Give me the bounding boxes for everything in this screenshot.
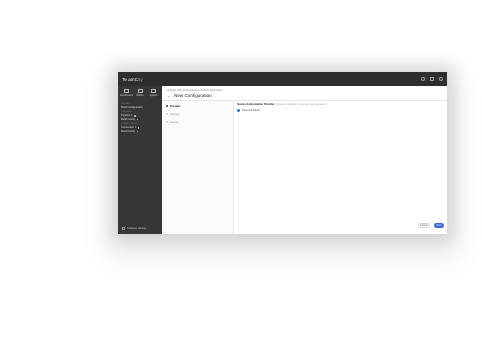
profile-icon[interactable] <box>439 77 443 81</box>
collapse-sidebar-label: Collapse sidebar <box>127 227 147 230</box>
radio-option-label: Personal Token <box>242 109 260 112</box>
status-dot-icon <box>136 118 139 121</box>
collapse-sidebar-button[interactable]: Collapse sidebar <box>122 227 146 230</box>
collapse-icon <box>122 227 125 230</box>
question-line: Source Authorization Provider Choose a p… <box>237 103 327 106</box>
sidebar-link[interactable]: Build Config <box>121 130 160 134</box>
nav-item-agents[interactable]: Agents <box>147 89 160 97</box>
status-dot-icon <box>133 115 136 117</box>
page-header: ← New Configuration <box>167 93 212 98</box>
step-inactive-icon <box>166 121 168 123</box>
question-subtitle: Choose a provider to connect your reposi… <box>275 103 327 106</box>
question-title: Source Authorization Provider <box>237 103 275 106</box>
nav-item-builds[interactable]: Builds <box>134 89 147 97</box>
sidebar-section-pipelines: Pipelines Pipeline 1 Build Config <box>121 111 160 121</box>
step-review[interactable]: Review <box>166 121 179 124</box>
step-label: Provider <box>170 104 181 108</box>
nav-item-label: Dashboard <box>120 94 133 97</box>
step-settings[interactable]: Settings <box>166 113 179 116</box>
top-bar-actions <box>421 77 443 81</box>
cancel-button[interactable]: Cancel <box>418 223 430 228</box>
form-section: Source Authorization Provider Choose a p… <box>237 103 327 112</box>
sidebar-link-label: Build Configuration <box>121 106 143 109</box>
help-icon[interactable] <box>421 77 425 81</box>
nav-item-label: Agents <box>149 94 158 97</box>
sidebar-nav: Dashboard Builds Agents <box>120 89 160 97</box>
brand-name-part-b: ity <box>138 76 143 82</box>
step-label: Settings <box>170 112 180 116</box>
step-active-icon <box>166 105 168 107</box>
app-window: Te amCity Dashboard Builds Agents PROJEC… <box>118 72 447 234</box>
step-provider[interactable]: Provider <box>166 105 181 108</box>
nav-item-dashboard[interactable]: Dashboard <box>120 89 133 97</box>
agents-icon <box>151 89 156 93</box>
page-title: New Configuration <box>174 93 212 98</box>
sidebar-section-project: Project Build Configuration <box>121 103 160 110</box>
top-bar: Te amCity <box>118 72 447 86</box>
main-content: Settings / Build Management / Build Conf… <box>162 86 447 234</box>
sidebar: Dashboard Builds Agents Project Build Co… <box>118 86 162 234</box>
notifications-icon[interactable] <box>430 77 434 81</box>
dashboard-icon <box>124 89 129 93</box>
breadcrumb[interactable]: Settings / Build Management / Build Conf… <box>167 89 222 92</box>
sidebar-link-label: Build Config <box>121 117 135 121</box>
brand-name-part-a: Te amC <box>122 76 139 82</box>
radio-selected-icon[interactable] <box>237 109 240 112</box>
step-label: Review <box>170 120 179 124</box>
back-arrow-icon[interactable]: ← <box>167 93 171 98</box>
app-logo[interactable]: Te amCity <box>122 77 143 82</box>
status-dot-icon <box>137 127 140 129</box>
screenshot-stage: Te amCity Dashboard Builds Agents PROJEC… <box>0 0 482 364</box>
nav-item-label: Builds <box>136 94 144 97</box>
builds-icon <box>137 89 143 93</box>
steps-panel: Provider Settings Review <box>162 100 234 234</box>
sidebar-section-connections: Connections Connection 1 Build Config <box>121 123 160 133</box>
next-button[interactable]: Next <box>434 223 444 228</box>
sidebar-link-label: Build Config <box>121 129 135 133</box>
sidebar-link[interactable]: Build Config <box>121 118 160 122</box>
step-inactive-icon <box>166 113 168 115</box>
status-dot-icon <box>136 130 139 133</box>
radio-option-personal-token[interactable]: Personal Token <box>237 109 327 112</box>
sidebar-link[interactable]: Build Configuration <box>121 106 160 110</box>
